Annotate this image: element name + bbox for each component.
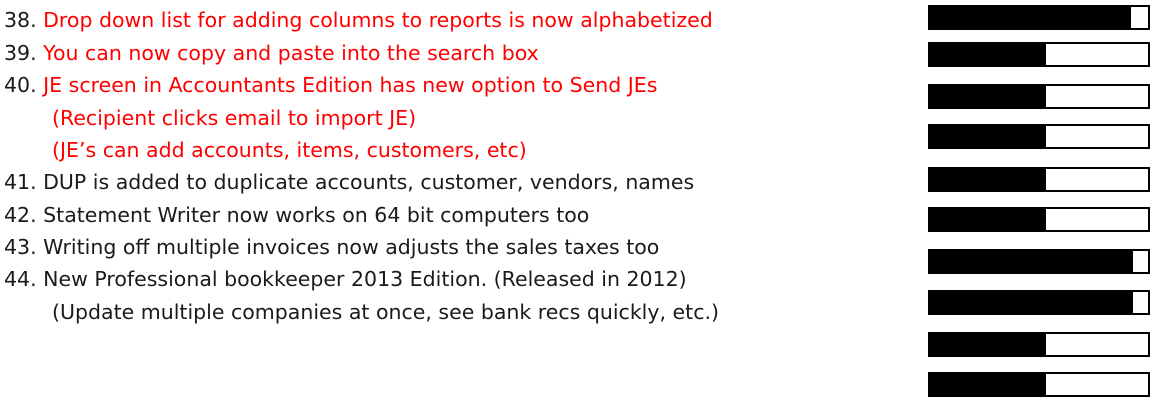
list-item: 41. DUP is added to duplicate accounts, … (4, 166, 694, 198)
item-text: Drop down list for adding columns to rep… (43, 8, 713, 32)
item-number: 44. (4, 267, 37, 291)
progress-bar-fill (930, 126, 1046, 147)
list-item: 40. JE screen in Accountants Edition has… (4, 69, 657, 101)
item-text: Statement Writer now works on 64 bit com… (43, 203, 590, 227)
list-item: 44. New Professional bookkeeper 2013 Edi… (4, 263, 687, 295)
progress-bar (928, 124, 1150, 149)
item-number: 42. (4, 203, 37, 227)
list-item: (Recipient clicks email to import JE) (52, 102, 416, 134)
progress-bar (928, 249, 1150, 274)
item-number: 38. (4, 8, 37, 32)
list-item: 38. Drop down list for adding columns to… (4, 4, 713, 36)
progress-bar (928, 332, 1150, 357)
progress-bar-fill (930, 374, 1046, 395)
progress-bar-fill (930, 86, 1046, 107)
progress-bar (928, 84, 1150, 109)
progress-bar (928, 5, 1150, 30)
progress-bar-fill (930, 334, 1046, 355)
list-item: 43. Writing off multiple invoices now ad… (4, 231, 659, 263)
item-text: DUP is added to duplicate accounts, cust… (43, 170, 695, 194)
progress-bar-fill (930, 169, 1046, 190)
list-item: 42. Statement Writer now works on 64 bit… (4, 199, 589, 231)
progress-bar (928, 167, 1150, 192)
progress-bar-fill (930, 209, 1046, 230)
item-text: (JE’s can add accounts, items, customers… (52, 138, 527, 162)
progress-bar (928, 42, 1150, 67)
progress-bar-fill (930, 251, 1133, 272)
progress-bar-fill (930, 44, 1046, 65)
progress-bar (928, 290, 1150, 315)
progress-bar (928, 372, 1150, 397)
item-number: 41. (4, 170, 37, 194)
item-number: 43. (4, 235, 37, 259)
list-item: (Update multiple companies at once, see … (52, 296, 719, 328)
item-number: 40. (4, 73, 37, 97)
progress-bar-column (928, 0, 1150, 402)
item-text: (Recipient clicks email to import JE) (52, 106, 417, 130)
progress-bar (928, 207, 1150, 232)
item-text: JE screen in Accountants Edition has new… (43, 73, 658, 97)
item-text: New Professional bookkeeper 2013 Edition… (43, 267, 687, 291)
list-item: 39. You can now copy and paste into the … (4, 37, 539, 69)
progress-bar-fill (930, 292, 1133, 313)
item-text: You can now copy and paste into the sear… (43, 41, 539, 65)
item-text: Writing off multiple invoices now adjust… (43, 235, 660, 259)
list-item: (JE’s can add accounts, items, customers… (52, 134, 527, 166)
progress-bar-fill (930, 7, 1131, 28)
item-number: 39. (4, 41, 37, 65)
item-text: (Update multiple companies at once, see … (52, 300, 719, 324)
